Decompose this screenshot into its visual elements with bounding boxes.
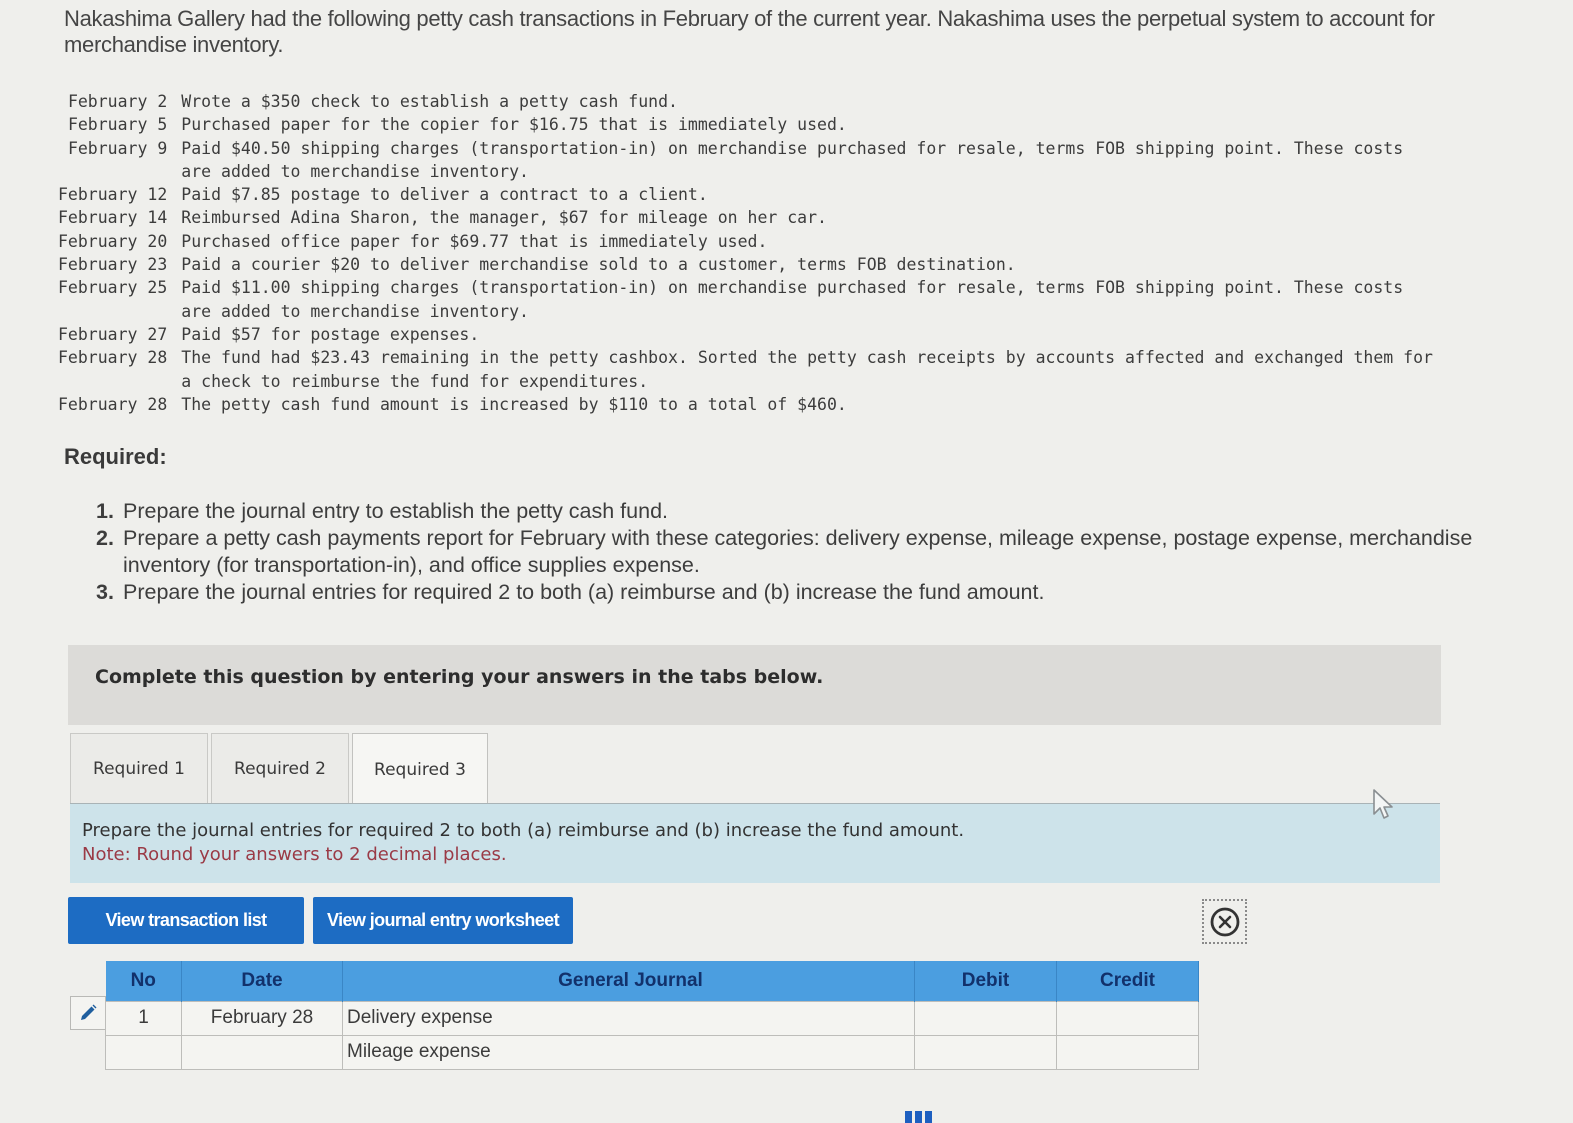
transaction-description: Paid $40.50 shipping charges (transporta… <box>181 138 1404 181</box>
required-item-number: 2. <box>96 526 114 550</box>
banner-text: Complete this question by entering your … <box>95 666 824 688</box>
required-item: 3. Prepare the journal entries for requir… <box>96 579 1476 606</box>
entry-date: February 28 <box>181 1000 343 1036</box>
transaction-date: February 5 <box>67 115 168 135</box>
transaction-row: February 20 Purchased office paper for $6… <box>58 230 1441 253</box>
transaction-date: February 12 <box>58 185 168 205</box>
transaction-row: February 27 Paid $57 for postage expenses… <box>58 323 1441 346</box>
column-header-debit: Debit <box>914 961 1057 1001</box>
transaction-description: Purchased paper for the copier for $16.7… <box>181 115 847 135</box>
required-heading: Required: <box>64 444 167 469</box>
transaction-description: Paid $57 for postage expenses. <box>181 324 480 344</box>
entry-number: 1 <box>105 1000 182 1036</box>
journal-row: Mileage expense <box>105 1034 1199 1070</box>
entry-date <box>181 1034 343 1070</box>
clear-entries-button[interactable] <box>1202 899 1247 944</box>
transaction-row: February 28 The fund had $23.43 remaining… <box>58 346 1441 393</box>
view-journal-entry-worksheet-button[interactable]: View journal entry worksheet <box>313 897 573 944</box>
column-header-date: Date <box>181 961 343 1001</box>
transaction-date: February 20 <box>58 231 168 251</box>
transaction-date: February 2 <box>67 92 168 111</box>
required-item-text: Prepare the journal entry to establish t… <box>123 499 668 523</box>
transactions-list: February 2 Wrote a $350 check to establis… <box>58 90 1441 416</box>
pencil-icon <box>81 1004 97 1020</box>
column-header-credit: Credit <box>1056 961 1199 1001</box>
general-journal-table: No Date General Journal Debit Credit 1 F… <box>105 961 1199 1070</box>
entry-number <box>105 1034 182 1070</box>
complete-question-banner: Complete this question by entering your … <box>68 645 1441 725</box>
transaction-description: Wrote a $350 check to establish a petty … <box>181 92 678 111</box>
required-item-number: 3. <box>96 580 114 604</box>
transaction-row: February 12 Paid $7.85 postage to deliver… <box>58 183 1441 206</box>
transaction-date: February 27 <box>58 324 168 344</box>
tab-required-1[interactable]: Required 1 <box>70 733 208 803</box>
required-item-text: Prepare the journal entries for required… <box>123 580 1045 604</box>
transaction-row: February 14 Reimbursed Adina Sharon, the … <box>58 206 1441 229</box>
required-item: 2. Prepare a petty cash payments report f… <box>96 525 1476 579</box>
view-transaction-list-button[interactable]: View transaction list <box>68 897 304 944</box>
transaction-row: February 25 Paid $11.00 shipping charges … <box>58 276 1441 323</box>
transaction-description: Paid $7.85 postage to deliver a contract… <box>181 185 708 205</box>
account-cell: Mileage expense <box>342 1034 915 1070</box>
column-header-general-journal: General Journal <box>342 961 915 1001</box>
transaction-row: February 2 Wrote a $350 check to establis… <box>58 90 1441 113</box>
rounding-note: Note: Round your answers to 2 decimal pl… <box>82 844 507 865</box>
transaction-row: February 28 The petty cash fund amount is… <box>58 393 1441 416</box>
required-item-number: 1. <box>96 499 114 523</box>
credit-cell <box>1056 1034 1199 1070</box>
transaction-date: February 23 <box>58 255 168 275</box>
journal-header-row: No Date General Journal Debit Credit <box>105 961 1199 1001</box>
transaction-date: February 28 <box>58 394 168 414</box>
mouse-pointer-icon <box>1373 789 1393 819</box>
transaction-row: February 23 Paid a courier $20 to deliver… <box>58 253 1441 276</box>
transaction-date: February 9 <box>67 138 168 158</box>
required-list: 1. Prepare the journal entry to establish… <box>96 498 1476 606</box>
transaction-description: Paid $11.00 shipping charges (transporta… <box>181 278 1404 321</box>
transaction-description: Reimbursed Adina Sharon, the manager, $6… <box>181 208 827 228</box>
journal-row: 1 February 28 Delivery expense <box>105 1000 1199 1036</box>
required-tabs: Required 1 Required 2 Required 3 <box>70 731 488 805</box>
column-header-no: No <box>105 961 182 1001</box>
debit-cell <box>914 1034 1057 1070</box>
problem-intro: Nakashima Gallery had the following pett… <box>64 6 1435 57</box>
circle-x-icon <box>1210 907 1239 936</box>
instructions-text: Prepare the journal entries for required… <box>82 820 965 841</box>
transaction-date: February 14 <box>58 208 168 228</box>
required-item-text: Prepare a petty cash payments report for… <box>123 526 1473 577</box>
credit-cell <box>1056 1000 1199 1036</box>
partial-icon-fragment <box>905 1111 933 1123</box>
transaction-description: The fund had $23.43 remaining in the pet… <box>181 348 1433 391</box>
tab-required-2[interactable]: Required 2 <box>211 733 349 803</box>
transaction-date: February 28 <box>58 348 168 368</box>
debit-cell <box>914 1000 1057 1036</box>
tab-required-3[interactable]: Required 3 <box>352 733 488 805</box>
transaction-description: Purchased office paper for $69.77 that i… <box>181 231 768 251</box>
required-item: 1. Prepare the journal entry to establish… <box>96 498 1476 525</box>
transaction-row: February 9 Paid $40.50 shipping charges (… <box>58 137 1441 184</box>
transaction-date: February 25 <box>58 278 168 298</box>
transaction-description: The petty cash fund amount is increased … <box>181 394 847 414</box>
account-cell: Delivery expense <box>342 1000 915 1036</box>
instructions-panel: Prepare the journal entries for required… <box>70 804 1440 883</box>
transaction-row: February 5 Purchased paper for the copier… <box>58 113 1441 136</box>
transaction-description: Paid a courier $20 to deliver merchandis… <box>181 255 1016 275</box>
edit-entry-button[interactable] <box>70 996 106 1030</box>
